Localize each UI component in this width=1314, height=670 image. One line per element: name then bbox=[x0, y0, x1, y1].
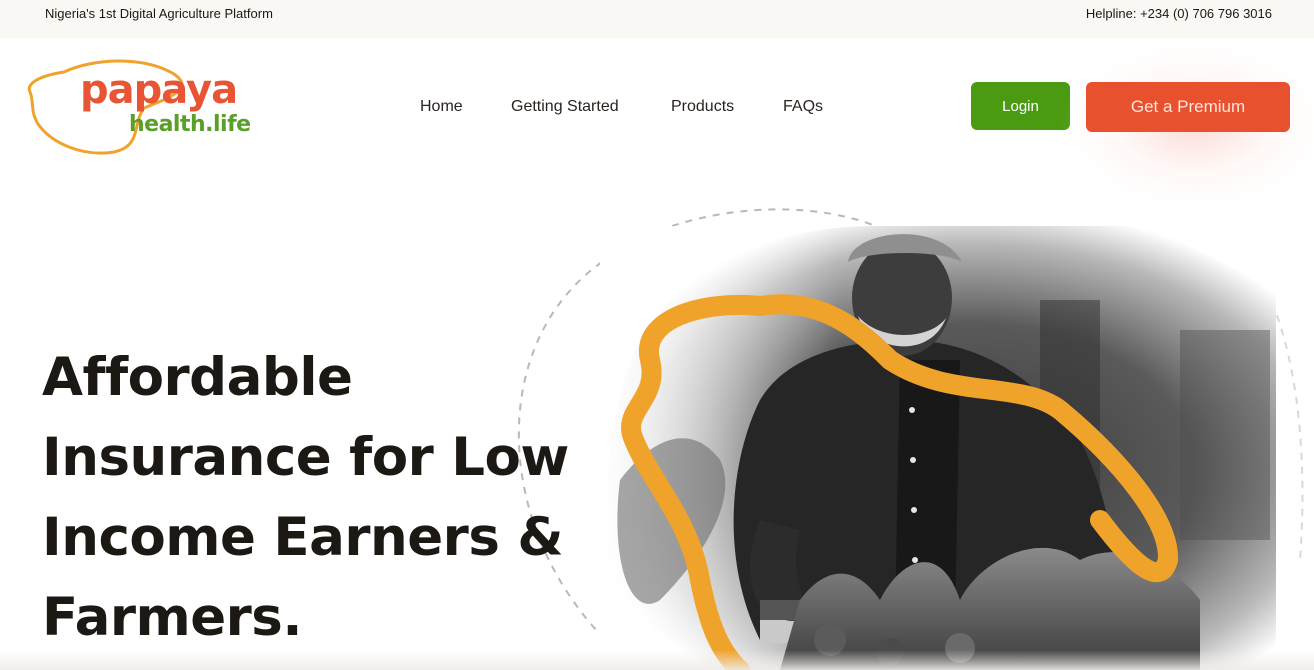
hero-headline-line: Insurance for Low bbox=[42, 427, 569, 488]
hero-headline-line: Affordable bbox=[42, 347, 353, 408]
jacket-button bbox=[912, 557, 918, 563]
jacket-button bbox=[909, 407, 915, 413]
jacket-button bbox=[910, 457, 916, 463]
background-window bbox=[1180, 330, 1270, 540]
hero-headline: Affordable Insurance for Low Income Earn… bbox=[42, 338, 602, 658]
hero-headline-line: Farmers. bbox=[42, 587, 303, 648]
section-bottom-fade bbox=[0, 650, 1314, 670]
jacket-button bbox=[911, 507, 917, 513]
hero-headline-line: Income Earners & bbox=[42, 507, 564, 568]
